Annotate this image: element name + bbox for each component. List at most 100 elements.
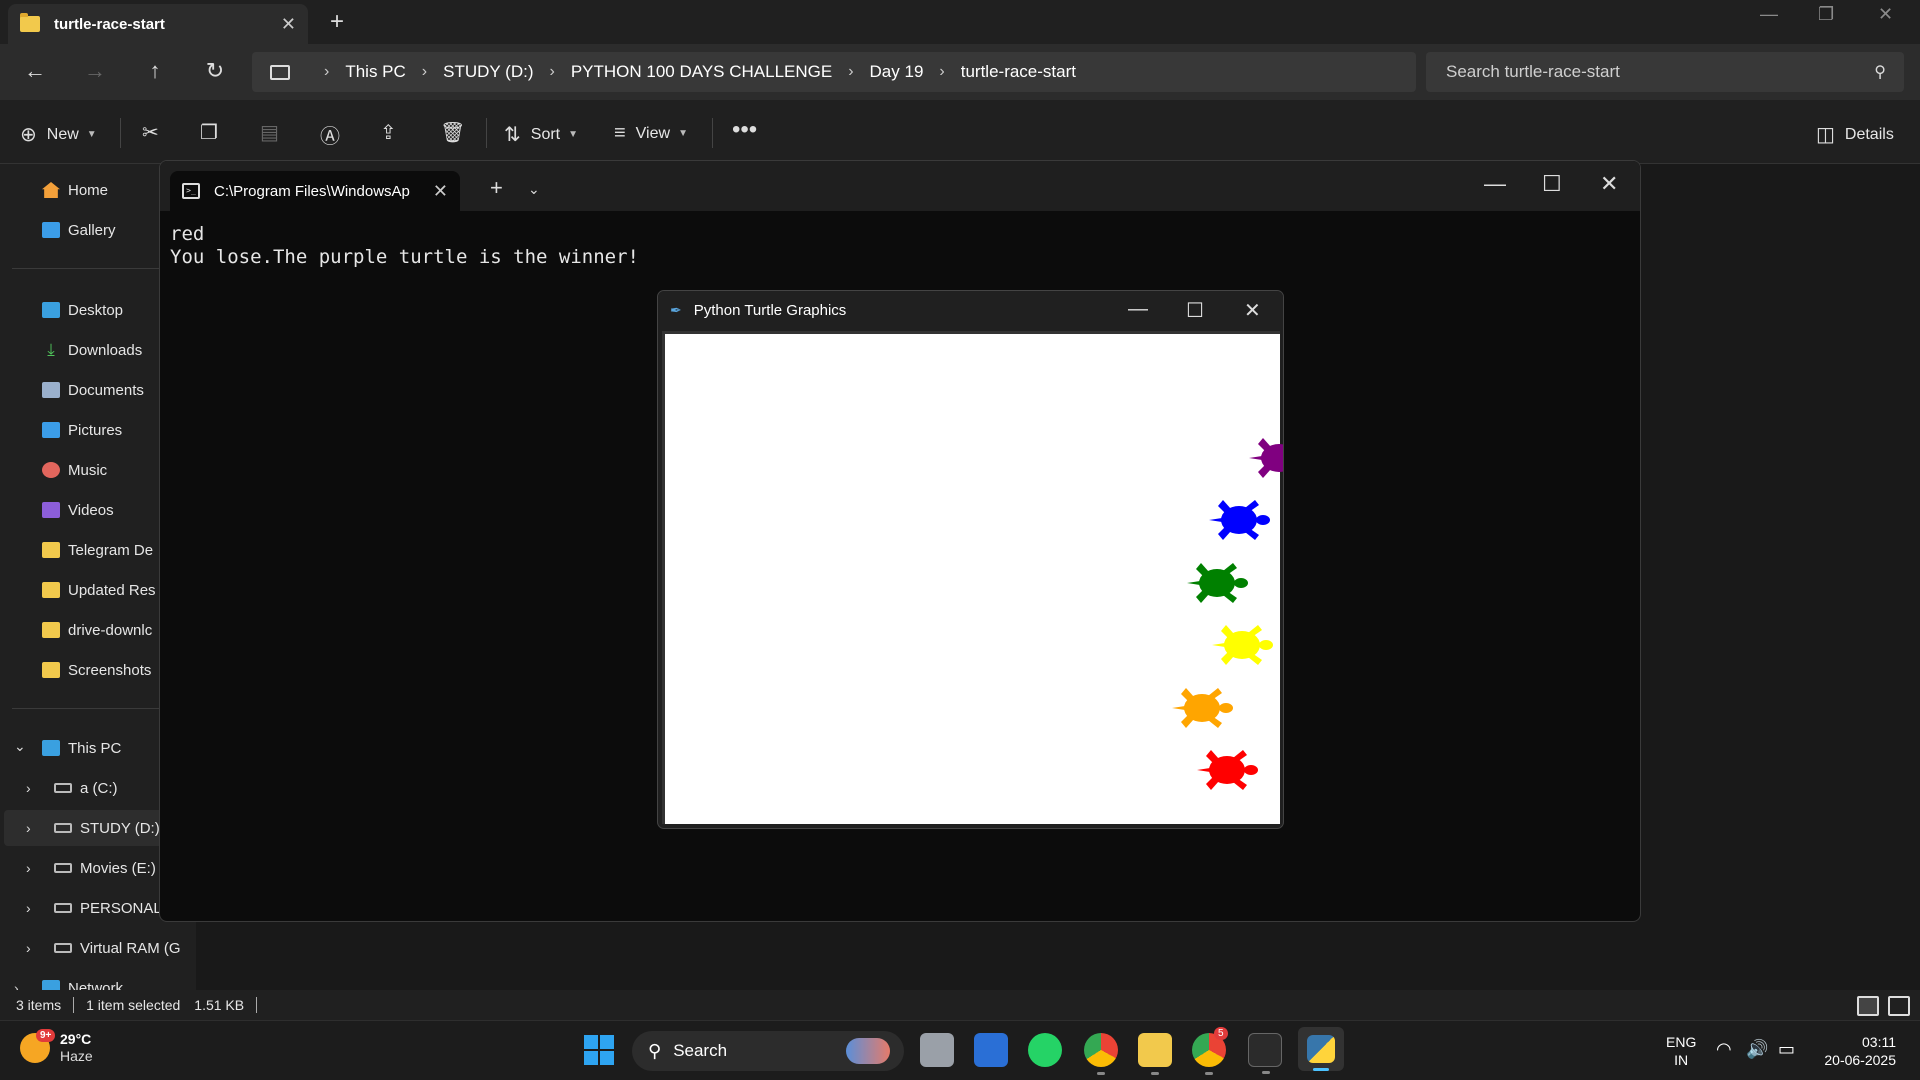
sidebar-item-downloads[interactable]: ⤓ Downloads (42, 334, 142, 366)
chevron-down-icon[interactable]: ⌄ (528, 181, 540, 198)
breadcrumb-day19[interactable]: Day 19 (870, 62, 924, 82)
tiles-view-icon[interactable] (1888, 996, 1910, 1016)
refresh-button[interactable]: ↻ (200, 58, 230, 84)
notification-badge: 5 (1214, 1027, 1228, 1040)
details-view-icon[interactable] (1857, 996, 1879, 1016)
divider (256, 997, 258, 1013)
sidebar-item-drive-d[interactable]: STUDY (D:) (54, 812, 160, 844)
details-button[interactable]: ◫ Details (1816, 122, 1894, 147)
maximize-button[interactable]: ☐ (1542, 171, 1562, 197)
sidebar-item-telegram[interactable]: Telegram De (42, 534, 153, 566)
minimize-button[interactable]: — (1484, 171, 1506, 197)
cut-icon[interactable]: ✂ (142, 120, 159, 145)
rename-icon[interactable]: Ⓐ (320, 120, 340, 149)
copy-icon[interactable]: ❐ (200, 120, 218, 145)
sidebar-item-network[interactable]: Network (42, 972, 123, 990)
chevron-right-icon[interactable]: › (848, 63, 853, 81)
new-tab-button[interactable]: + (330, 8, 344, 36)
microsoft-store-icon[interactable] (974, 1033, 1008, 1067)
view-button[interactable]: ≡ View ▼ (614, 122, 688, 145)
new-button[interactable]: ⊕ New ▼ (20, 122, 97, 147)
sidebar-item-this-pc[interactable]: This PC (42, 732, 121, 764)
wifi-icon[interactable]: ◠ (1716, 1039, 1732, 1060)
chevron-right-icon[interactable]: › (26, 820, 31, 836)
sidebar-item-home[interactable]: Home (42, 174, 108, 206)
sidebar-item-gallery[interactable]: Gallery (42, 214, 116, 246)
turtle-race-canvas (1172, 438, 1283, 790)
sidebar-item-label: Documents (68, 381, 144, 399)
terminal-tab[interactable]: >_ C:\Program Files\WindowsAp ✕ (170, 171, 460, 211)
running-indicator (1205, 1072, 1213, 1075)
close-window-button[interactable]: ✕ (1600, 171, 1618, 197)
turtle-canvas[interactable] (662, 331, 1283, 824)
back-button[interactable]: ← (20, 58, 50, 84)
battery-icon[interactable]: ▭ (1778, 1039, 1795, 1060)
forward-button[interactable]: → (80, 58, 110, 84)
search-input[interactable]: Search turtle-race-start ⚲ (1426, 52, 1904, 92)
sidebar-item-drive-e[interactable]: Movies (E:) (54, 852, 156, 884)
minimize-button[interactable]: — (1128, 298, 1148, 321)
more-options-icon[interactable]: ••• (732, 116, 757, 144)
up-button[interactable]: ↑ (140, 58, 170, 84)
drive-icon (54, 783, 72, 793)
sidebar-item-documents[interactable]: Documents (42, 374, 144, 406)
paste-icon[interactable]: ▤ (260, 120, 279, 145)
new-tab-button[interactable]: + (490, 175, 503, 201)
breadcrumb[interactable]: › This PC › STUDY (D:) › PYTHON 100 DAYS… (252, 52, 1416, 92)
chevron-right-icon[interactable]: › (939, 63, 944, 81)
chevron-right-icon[interactable]: › (26, 900, 31, 916)
sidebar-item-videos[interactable]: Videos (42, 494, 114, 526)
sidebar-item-music[interactable]: Music (42, 454, 107, 486)
delete-icon[interactable]: 🗑 (440, 120, 465, 145)
chevron-down-icon[interactable]: ⌄ (14, 738, 26, 755)
whatsapp-icon[interactable] (1028, 1033, 1062, 1067)
volume-icon[interactable]: 🔊 (1746, 1039, 1768, 1060)
start-button[interactable] (584, 1035, 614, 1065)
file-explorer-icon[interactable] (1138, 1033, 1172, 1075)
sidebar-item-desktop[interactable]: Desktop (42, 294, 123, 326)
sidebar-item-drive-virtual[interactable]: Virtual RAM (G (54, 932, 181, 964)
breadcrumb-python[interactable]: PYTHON 100 DAYS CHALLENGE (571, 62, 832, 82)
restore-button[interactable]: ❐ (1818, 4, 1834, 25)
terminal-tab-title: C:\Program Files\WindowsAp (214, 182, 410, 200)
sidebar-item-screenshots[interactable]: Screenshots (42, 654, 151, 686)
clock[interactable]: 03:11 20-06-2025 (1812, 1033, 1896, 1069)
close-tab-icon[interactable]: ✕ (281, 14, 296, 35)
chevron-right-icon[interactable]: › (14, 980, 19, 990)
sort-button[interactable]: ⇅ Sort ▼ (504, 122, 578, 147)
sidebar-item-updated-res[interactable]: Updated Res (42, 574, 156, 606)
sidebar-item-drive-download[interactable]: drive-downlc (42, 614, 152, 646)
chevron-right-icon[interactable]: › (422, 63, 427, 81)
breadcrumb-study[interactable]: STUDY (D:) (443, 62, 533, 82)
sidebar-item-drive-personal[interactable]: PERSONAL ( (54, 892, 170, 924)
chevron-right-icon[interactable]: › (324, 63, 329, 81)
breadcrumb-current[interactable]: turtle-race-start (961, 62, 1076, 82)
terminal-icon[interactable] (1248, 1033, 1282, 1074)
weather-widget[interactable]: 9+ 29°C Haze (20, 1029, 93, 1065)
chevron-right-icon[interactable]: › (26, 780, 31, 796)
close-window-button[interactable]: ✕ (1878, 4, 1893, 25)
chevron-right-icon[interactable]: › (549, 63, 554, 81)
taskbar: 9+ 29°C Haze ⚲ Search 5 ENG IN ◠ 🔊 ▭ 03:… (0, 1020, 1920, 1080)
explorer-tab[interactable]: turtle-race-start ✕ (8, 4, 308, 44)
taskbar-search-label: Search (673, 1041, 728, 1060)
breadcrumb-this-pc[interactable]: This PC (345, 62, 405, 82)
documents-icon (42, 382, 60, 398)
terminal-output[interactable]: red You lose.The purple turtle is the win… (170, 223, 639, 269)
close-tab-icon[interactable]: ✕ (433, 181, 448, 202)
language-indicator[interactable]: ENG IN (1666, 1033, 1696, 1069)
taskbar-search[interactable]: ⚲ Search (632, 1031, 904, 1071)
minimize-button[interactable]: — (1760, 4, 1778, 25)
sidebar-item-pictures[interactable]: Pictures (42, 414, 122, 446)
python-app-button[interactable] (1298, 1027, 1344, 1071)
chrome-icon[interactable] (1084, 1033, 1118, 1075)
pictures-icon (42, 422, 60, 438)
chevron-right-icon[interactable]: › (26, 860, 31, 876)
share-icon[interactable]: ⇪ (380, 120, 397, 145)
chrome-profile-icon[interactable]: 5 (1192, 1027, 1228, 1075)
maximize-button[interactable]: ☐ (1186, 298, 1204, 323)
sidebar-item-drive-c[interactable]: a (C:) (54, 772, 118, 804)
close-window-button[interactable]: ✕ (1244, 298, 1261, 323)
chevron-right-icon[interactable]: › (26, 940, 31, 956)
task-view-icon[interactable] (920, 1033, 954, 1067)
